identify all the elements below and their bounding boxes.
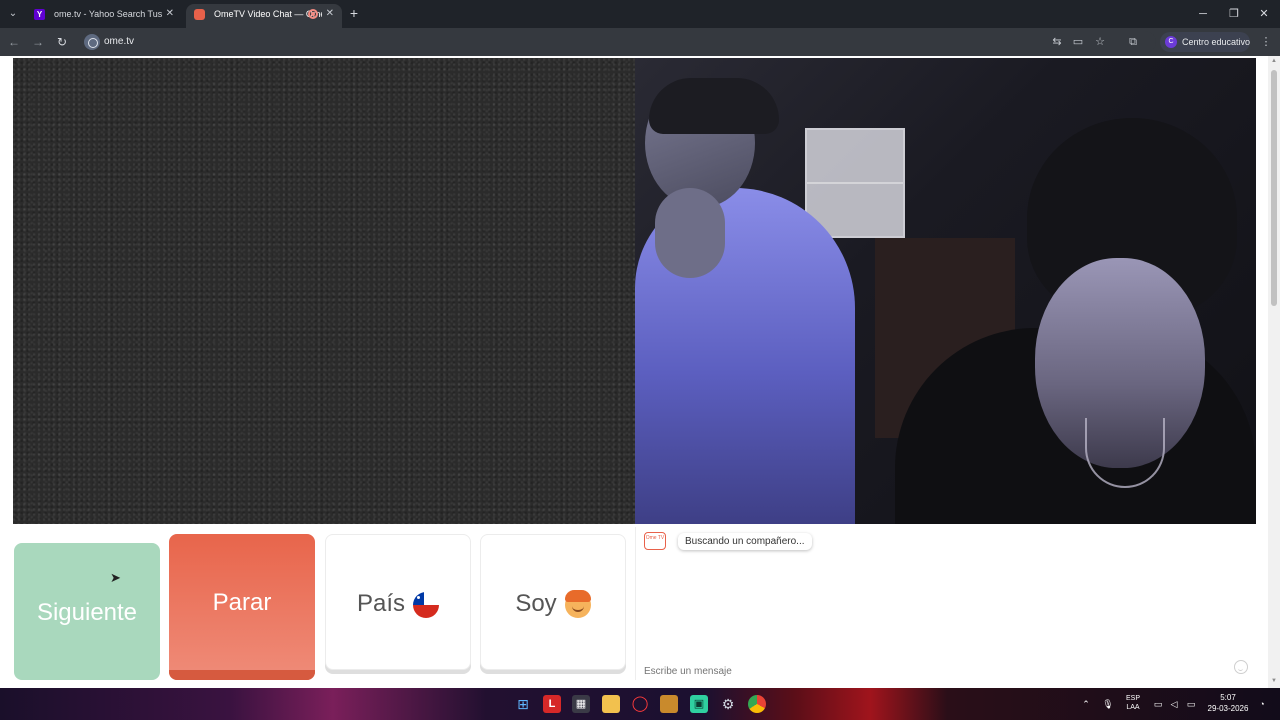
gender-label: Soy bbox=[515, 590, 557, 617]
site-info-icon[interactable] bbox=[84, 34, 100, 50]
ometv-icon bbox=[194, 9, 205, 20]
tab-ometv[interactable]: OmeTV Video Chat — Ome ✕ bbox=[186, 4, 342, 28]
settings-gear-icon[interactable]: ⚙ bbox=[719, 695, 737, 713]
tab-close-icon[interactable]: ✕ bbox=[326, 4, 334, 24]
opera-icon[interactable]: ◯ bbox=[631, 695, 649, 713]
chile-flag-icon bbox=[413, 591, 440, 618]
clock-time: 5:07 bbox=[1220, 693, 1236, 702]
windows-start-icon[interactable]: ⊞ bbox=[514, 695, 532, 713]
file-explorer-icon[interactable] bbox=[602, 695, 620, 713]
tab-title: OmeTV Video Chat — Ome bbox=[214, 9, 322, 19]
close-window-button[interactable]: ✕ bbox=[1256, 6, 1272, 22]
app-l-icon[interactable]: L bbox=[543, 695, 561, 713]
network-icon[interactable]: ▭ bbox=[1152, 696, 1164, 712]
gender-button-content: Soy bbox=[481, 589, 625, 618]
own-camera-video bbox=[13, 58, 635, 524]
reload-button[interactable]: ↻ bbox=[54, 34, 70, 50]
tab-search-icon[interactable]: ⌄ bbox=[4, 5, 22, 23]
bookmark-star-icon[interactable]: ☆ bbox=[1093, 35, 1107, 49]
yahoo-icon: Y bbox=[34, 9, 45, 20]
profile-label: Centro educativo bbox=[1182, 37, 1251, 47]
taskbar: ⊞ L ▦ ◯ ▣ ⚙ ⌃ 🎙 ESP LAA ▭ ◁ ▭ 5:07 29-03… bbox=[0, 688, 1280, 720]
clock-date: 29-03-2026 bbox=[1207, 704, 1249, 713]
tab-yahoo-search[interactable]: Y ome.tv - Yahoo Search Tus resu ✕ bbox=[26, 4, 182, 28]
status-message: Buscando un compañero... bbox=[678, 533, 812, 550]
gender-button[interactable]: Soy bbox=[480, 534, 626, 670]
url-text[interactable]: ome.tv bbox=[104, 36, 134, 47]
restore-button[interactable]: ❐ bbox=[1226, 6, 1242, 22]
country-button-content: País bbox=[326, 590, 470, 618]
emoji-icon[interactable] bbox=[1234, 660, 1248, 674]
country-label: País bbox=[356, 590, 406, 617]
partner-video bbox=[635, 58, 1256, 524]
next-label: Siguiente bbox=[36, 599, 138, 626]
chat-panel: Ome TV Buscando un compañero... bbox=[635, 527, 1257, 680]
cast-icon[interactable]: ▭ bbox=[1071, 35, 1085, 49]
tab-close-icon[interactable]: ✕ bbox=[166, 4, 174, 24]
notifications-icon[interactable]: ◔ bbox=[1256, 696, 1268, 712]
video-shelf bbox=[805, 128, 905, 238]
scroll-down-icon[interactable]: ▼ bbox=[1270, 678, 1278, 684]
minimize-button[interactable]: ─ bbox=[1195, 6, 1211, 22]
boy-icon bbox=[564, 589, 591, 618]
video-hand bbox=[655, 188, 725, 278]
address-bar[interactable]: ome.tv bbox=[80, 31, 1156, 53]
chrome-icon[interactable] bbox=[748, 695, 766, 713]
game-icon[interactable] bbox=[660, 695, 678, 713]
tab-strip: ⌄ Y ome.tv - Yahoo Search Tus resu ✕ Ome… bbox=[0, 0, 1280, 28]
store-icon[interactable]: ▦ bbox=[572, 695, 590, 713]
back-button[interactable]: ← bbox=[6, 34, 22, 50]
mouse-cursor-icon: ➤ bbox=[110, 570, 121, 585]
video-hair bbox=[649, 78, 779, 134]
tray-chevron-icon[interactable]: ⌃ bbox=[1080, 696, 1092, 712]
microphone-icon[interactable]: 🎙 bbox=[1102, 696, 1114, 712]
browser-toolbar: ← → ↻ ome.tv ⇆ ▭ ☆ ⧉ C Centro educativo … bbox=[0, 28, 1280, 56]
menu-kebab-icon[interactable]: ⋮ bbox=[1259, 35, 1273, 49]
ometv-logo-icon: Ome TV bbox=[644, 532, 666, 550]
volume-icon[interactable]: ◁ bbox=[1168, 696, 1180, 712]
keyboard-layout: LAA bbox=[1126, 704, 1140, 711]
stop-button[interactable]: Parar bbox=[169, 534, 315, 680]
app-green-icon[interactable]: ▣ bbox=[690, 695, 708, 713]
new-tab-button[interactable]: + bbox=[346, 4, 362, 22]
forward-button[interactable]: → bbox=[30, 34, 46, 50]
page-scrollbar[interactable]: ▲ ▼ bbox=[1268, 56, 1280, 688]
scroll-up-icon[interactable]: ▲ bbox=[1270, 58, 1278, 64]
profile-button[interactable]: C Centro educativo bbox=[1160, 32, 1250, 52]
language-indicator[interactable]: ESP LAA bbox=[1122, 694, 1144, 711]
recording-icon bbox=[308, 9, 318, 19]
next-button[interactable]: Siguiente bbox=[14, 543, 160, 680]
scrollbar-thumb[interactable] bbox=[1271, 70, 1277, 306]
tab-title: ome.tv - Yahoo Search Tus resu bbox=[54, 9, 162, 19]
language-code: ESP bbox=[1125, 695, 1140, 702]
clock[interactable]: 5:07 29-03-2026 bbox=[1206, 692, 1250, 714]
battery-icon[interactable]: ▭ bbox=[1184, 696, 1198, 712]
stop-label: Parar bbox=[212, 589, 272, 616]
country-button[interactable]: País bbox=[325, 534, 471, 670]
avatar: C bbox=[1165, 36, 1177, 48]
message-input[interactable] bbox=[636, 655, 1257, 680]
extensions-icon[interactable]: ⧉ bbox=[1126, 35, 1140, 49]
translate-icon[interactable]: ⇆ bbox=[1050, 35, 1064, 49]
